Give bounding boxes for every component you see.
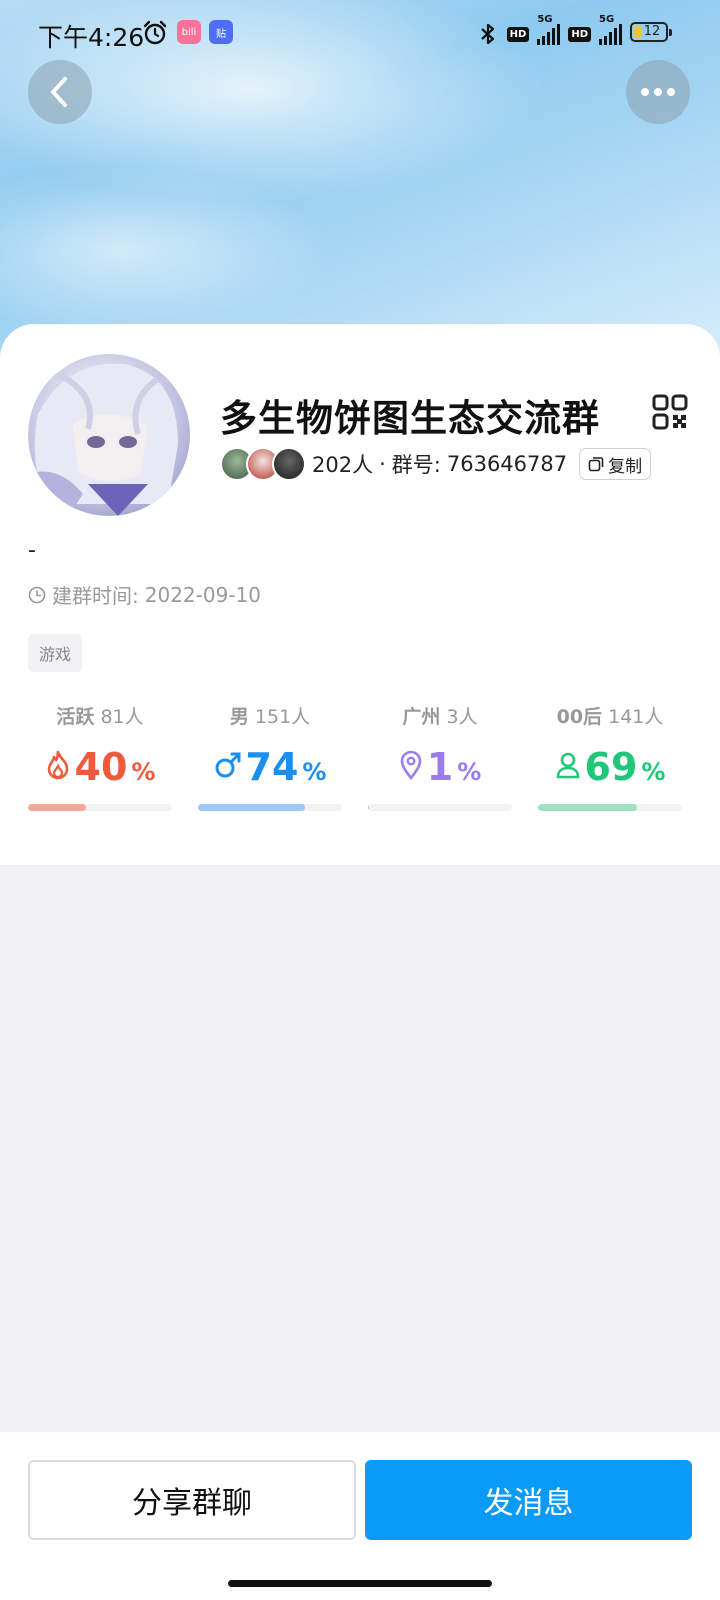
qr-code-icon[interactable] [652,394,688,430]
flame-icon [45,750,71,784]
send-message-button[interactable]: 发消息 [365,1460,692,1540]
stat-progress-bar [538,804,682,811]
stat-value: 74 % [198,743,342,791]
location-pin-icon [399,750,423,784]
tieba-app-icon: 贴 [209,20,233,44]
signal-icon-2: 5G [599,14,622,45]
stat-label: 活跃 81人 [56,706,144,728]
battery-icon: 12 [630,22,672,42]
group-tag[interactable]: 游戏 [28,634,83,672]
stat-label: 00后 141人 [556,706,664,728]
hd-badge-2: HD [568,26,591,42]
home-indicator[interactable] [228,1580,492,1587]
group-meta-row: 202人 · 群号: 763646787 复制 [220,446,652,482]
stat-3: 00后 141人 69 % [538,702,682,791]
member-avatar [272,447,306,481]
back-button[interactable] [28,60,92,124]
stat-1: 男 151人 74 % [198,702,342,791]
stat-value: 1 % [368,743,512,791]
stat-value: 69 % [538,743,682,791]
created-date: 2022-09-10 [144,582,261,607]
copy-button[interactable]: 复制 [579,448,652,480]
meta-separator: · [379,452,386,476]
copy-label: 复制 [608,456,643,477]
person-icon [555,751,581,783]
share-group-button[interactable]: 分享群聊 [28,1460,356,1540]
more-dots-icon [641,88,675,96]
stat-label: 男 151人 [229,706,311,728]
group-info-card: 多生物饼图生态交流群 202人 · 群号: 763646787 复制 - 建群时… [0,324,720,865]
status-bar: 下午4:26 bili 贴 HD 5G HD 5G 12 [0,0,720,68]
stat-progress-fill [368,804,370,811]
group-name: 多生物饼图生态交流群 [220,397,600,440]
stat-2: 广州 3人 1 % [368,702,512,791]
group-id-label: 群号: [391,453,441,477]
created-time-row: 建群时间: 2022-09-10 [28,580,261,609]
bilibili-app-icon: bili [177,20,201,44]
status-time: 下午4:26 [38,23,145,52]
hd-badge: HD [506,26,530,42]
stat-progress-fill [198,804,305,811]
group-avatar[interactable] [28,354,190,516]
bluetooth-icon [480,23,494,45]
more-button[interactable] [626,60,690,124]
male-icon [214,751,242,783]
clock-icon [28,586,46,603]
stat-value: 40 % [28,743,172,791]
created-label: 建群时间: [52,584,139,608]
signal-icon: 5G [537,14,561,45]
stat-progress-fill [538,804,638,811]
group-description: - [28,538,36,563]
member-avatars[interactable] [220,447,306,481]
stat-progress-fill [28,804,86,811]
bottom-action-bar: 分享群聊 发消息 [0,1432,720,1600]
alarm-icon [143,20,167,45]
stat-progress-bar [198,804,342,811]
member-count: 202人 [312,453,374,477]
stat-label: 广州 3人 [402,706,478,728]
stat-0: 活跃 81人 40 % [28,702,172,791]
copy-icon [588,457,604,472]
stat-progress-bar [28,804,172,811]
stat-progress-bar [368,804,512,811]
chevron-left-icon [51,77,67,107]
group-id: 763646787 [446,452,568,476]
status-indicators: HD 5G HD 5G [477,14,622,50]
